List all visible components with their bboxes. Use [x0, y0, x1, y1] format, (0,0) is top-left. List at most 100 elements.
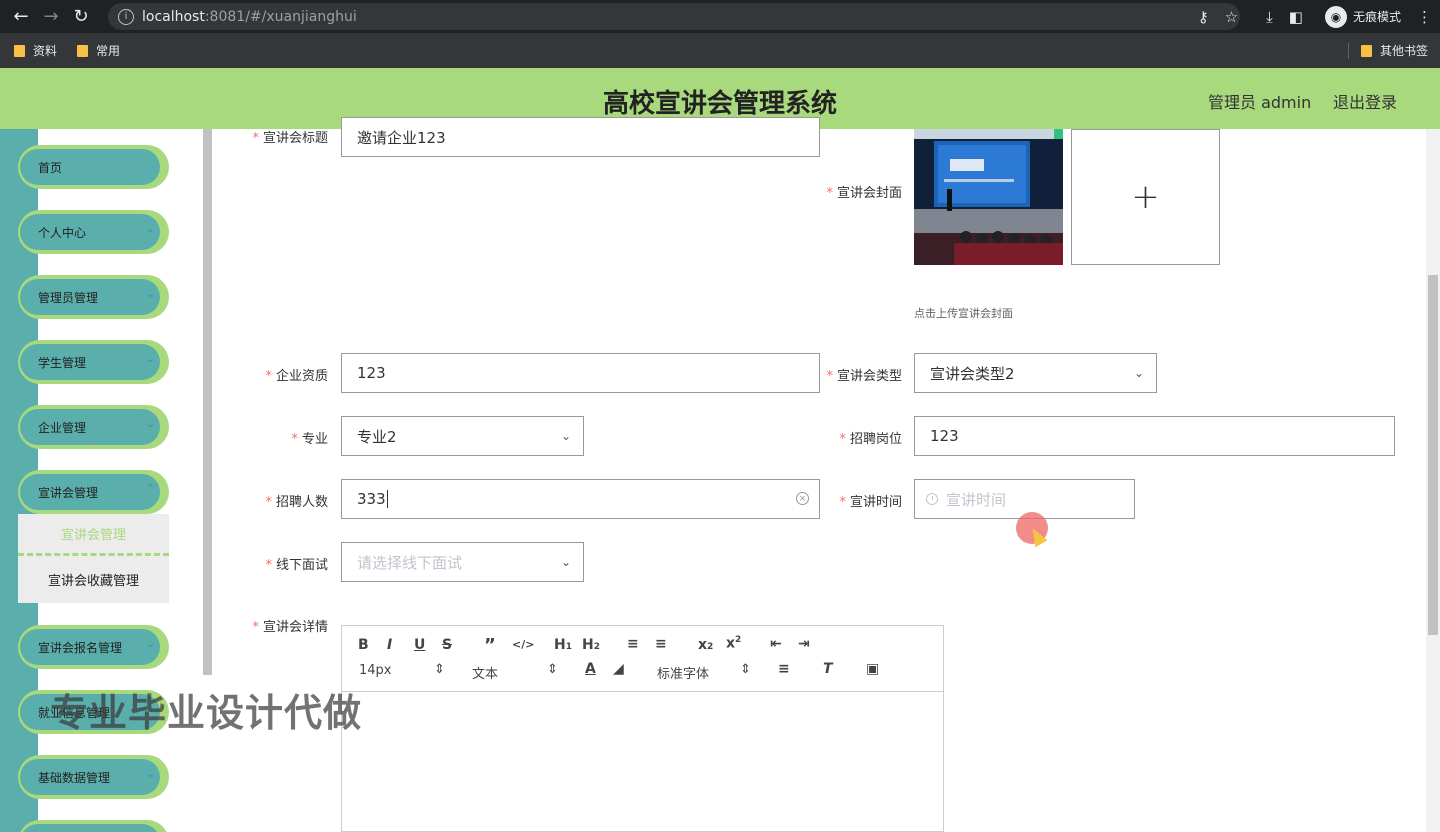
sidebar-item-students[interactable]: 学生管理 ⌄	[18, 340, 169, 384]
qual-label: * 企业资质	[265, 369, 328, 384]
reload-icon[interactable]: ↻	[66, 2, 96, 32]
type-select[interactable]: 宣讲会类型2 ⌄	[914, 353, 1157, 393]
clock-icon	[926, 493, 938, 505]
ordered-list-icon[interactable]: ≡	[627, 636, 639, 652]
bullet-list-icon[interactable]: ≡	[655, 636, 667, 652]
chevron-down-icon: ⌄	[145, 352, 155, 365]
strike-icon[interactable]: S	[442, 637, 452, 653]
size-select[interactable]: 14px	[359, 663, 392, 678]
sidebar-item-admins[interactable]: 管理员管理 ⌄	[18, 275, 169, 319]
chevron-down-icon: ⌄	[560, 555, 571, 569]
h2-icon[interactable]: H2	[582, 637, 600, 653]
incognito-profile[interactable]: ◉ 无痕模式	[1324, 5, 1401, 28]
scroll-thumb[interactable]	[203, 129, 212, 675]
offline-select[interactable]: 请选择线下面试 ⌄	[341, 542, 584, 582]
key-icon[interactable]: ⚷	[1190, 8, 1217, 26]
title-label: * 宣讲会标题	[252, 131, 328, 146]
url-host: localhost	[142, 8, 205, 25]
position-label: * 招聘岗位	[839, 432, 902, 447]
cover-upload-tip: 点击上传宣讲会封面	[914, 307, 1013, 320]
submenu-item-seminar-favorites[interactable]: 宣讲会收藏管理	[18, 559, 169, 599]
browser-toolbar: ← → ↻ i localhost:8081/#/xuanjianghui ⚷ …	[0, 0, 1440, 33]
h1-icon[interactable]: H1	[554, 637, 572, 653]
plus-icon: +	[1131, 177, 1160, 217]
chevron-down-icon: ⌄	[560, 429, 571, 443]
image-icon[interactable]: ▣	[866, 661, 879, 677]
chevron-down-icon: ⌄	[145, 222, 155, 235]
position-input[interactable]: 123	[914, 416, 1395, 456]
count-label: * 招聘人数	[265, 495, 328, 510]
align-icon[interactable]: ≡	[778, 661, 790, 677]
address-bar[interactable]: i localhost:8081/#/xuanjianghui	[108, 3, 1240, 30]
text-cursor	[386, 490, 388, 508]
major-select[interactable]: 专业2 ⌄	[341, 416, 584, 456]
type-label: * 宣讲会类型	[826, 369, 902, 384]
clear-format-icon[interactable]: T	[823, 661, 833, 677]
chevron-down-icon: ⌄	[145, 767, 155, 780]
forward-icon[interactable]: →	[36, 2, 66, 32]
seminar-submenu: 宣讲会管理 宣讲会收藏管理	[18, 514, 169, 603]
menu-icon[interactable]: ⋮	[1409, 8, 1440, 26]
sidebar-item-seminars[interactable]: 宣讲会管理 ⌃	[18, 470, 169, 514]
bookmark-folder[interactable]: 常用	[77, 42, 120, 59]
title-input[interactable]: 邀请企业123	[341, 117, 820, 157]
url-path: :8081/#/xuanjianghui	[204, 8, 357, 25]
chevron-down-icon: ⌄	[145, 287, 155, 300]
sidebar-item-registrations[interactable]: 宣讲会报名管理 ⌄	[18, 625, 169, 669]
info-icon[interactable]: i	[118, 8, 134, 25]
cover-label: * 宣讲会封面	[826, 186, 902, 201]
count-input[interactable]: 333 ×	[341, 479, 820, 519]
folder-icon	[1360, 44, 1372, 57]
header-select[interactable]: 文本	[472, 663, 498, 682]
rich-text-editor: B I U S ” </> H1 H2 ≡ ≡ x2 x2 ⇤ ⇥ 14px ⇕…	[341, 625, 944, 832]
sidebar-item-companies[interactable]: 企业管理 ⌄	[18, 405, 169, 449]
sidebar-item-home[interactable]: 首页	[18, 145, 169, 189]
superscript-icon[interactable]: x2	[726, 635, 741, 652]
editor-toolbar: B I U S ” </> H1 H2 ≡ ≡ x2 x2 ⇤ ⇥ 14px ⇕…	[342, 626, 943, 692]
folder-icon	[77, 44, 89, 57]
incognito-icon: ◉	[1324, 5, 1347, 28]
subscript-icon[interactable]: x2	[698, 637, 713, 653]
profile-label: 无痕模式	[1352, 10, 1401, 24]
qual-input[interactable]: 123	[341, 353, 820, 393]
offline-label: * 线下面试	[265, 558, 328, 573]
current-user: 管理员 admin	[1208, 93, 1312, 112]
bookmark-folder[interactable]: 资料	[14, 42, 57, 59]
font-select[interactable]: 标准字体	[657, 663, 709, 682]
outdent-icon[interactable]: ⇤	[770, 636, 782, 652]
star-icon[interactable]: ☆	[1217, 8, 1246, 26]
underline-icon[interactable]: U	[414, 637, 425, 653]
divider	[1347, 42, 1349, 59]
detail-label: * 宣讲会详情	[252, 620, 328, 635]
logout-link[interactable]: 退出登录	[1333, 89, 1397, 113]
background-color-icon[interactable]: ◢	[613, 661, 624, 677]
bold-icon[interactable]: B	[358, 637, 369, 653]
quote-icon[interactable]: ”	[484, 635, 496, 656]
other-bookmarks[interactable]: 其他书签	[1360, 42, 1428, 59]
sidebar-item-more[interactable]	[18, 820, 169, 832]
download-icon[interactable]: ⤓	[1258, 8, 1281, 26]
text-color-icon[interactable]: A	[585, 661, 596, 677]
chevron-down-icon: ⌄	[145, 637, 155, 650]
submenu-item-seminar-manage[interactable]: 宣讲会管理	[18, 514, 169, 556]
indent-icon[interactable]: ⇥	[798, 636, 810, 652]
seminar-form: * 宣讲会标题 邀请企业123 * 宣讲会封面 + 点击上传宣讲会封面 * 企业资质 …	[214, 117, 1426, 832]
main-scrollbar[interactable]	[1426, 129, 1440, 832]
size-arrows-icon[interactable]: ⇕	[434, 662, 445, 677]
sidebar-item-profile[interactable]: 个人中心 ⌄	[18, 210, 169, 254]
italic-icon[interactable]: I	[387, 637, 392, 653]
cover-image[interactable]	[914, 129, 1063, 265]
sidepanel-icon[interactable]: ◧	[1281, 8, 1311, 26]
major-label: * 专业	[291, 432, 328, 447]
time-label: * 宣讲时间	[839, 495, 902, 510]
chevron-up-icon: ⌃	[145, 482, 155, 495]
code-icon[interactable]: </>	[512, 638, 534, 651]
header-arrows-icon[interactable]: ⇕	[547, 662, 558, 677]
clear-icon[interactable]: ×	[796, 492, 809, 505]
back-icon[interactable]: ←	[6, 2, 36, 32]
chevron-down-icon: ⌄	[1133, 366, 1144, 380]
font-arrows-icon[interactable]: ⇕	[740, 662, 751, 677]
scroll-thumb[interactable]	[1428, 275, 1438, 635]
upload-cover-button[interactable]: +	[1071, 129, 1220, 265]
sidebar-item-basedata[interactable]: 基础数据管理 ⌄	[18, 755, 169, 799]
